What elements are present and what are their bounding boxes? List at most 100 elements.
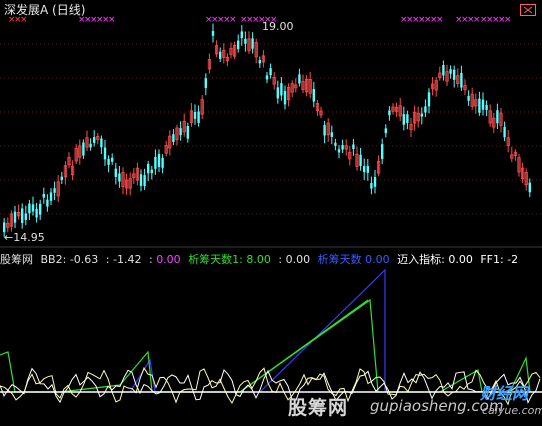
candle-body xyxy=(21,208,24,223)
candle-body xyxy=(111,157,114,162)
marker-x: × xyxy=(229,15,237,25)
candle-body xyxy=(359,154,362,166)
candle-body xyxy=(467,95,470,101)
candle-body xyxy=(154,156,157,169)
candle-body xyxy=(46,199,49,207)
candle-body xyxy=(211,31,215,36)
candle-body xyxy=(139,174,143,186)
candle-body xyxy=(427,92,431,107)
indicator-lines xyxy=(0,268,541,406)
candle-body xyxy=(244,38,247,44)
chart-title: 深发展A (日线) xyxy=(4,3,86,17)
green-ramps xyxy=(0,298,531,393)
candle-body xyxy=(424,106,427,113)
price-candles xyxy=(3,23,531,238)
xichou-label: 析筹天数 xyxy=(317,253,362,266)
candle-body xyxy=(172,134,175,142)
low-price-label: ←14.95 xyxy=(4,231,45,244)
candle-body xyxy=(179,128,182,136)
candle-body xyxy=(24,213,27,220)
candle-body xyxy=(150,169,153,174)
candle-body xyxy=(503,126,506,138)
candle-body xyxy=(53,188,56,193)
sep-1: : xyxy=(105,253,110,266)
candle-body xyxy=(352,144,355,149)
candle-body xyxy=(370,183,373,189)
candle-body xyxy=(258,60,261,64)
chart-area: ××× ×××××× ××××× ×××××× ××××××× ×××× ××××× xyxy=(0,15,542,406)
candle-body xyxy=(100,138,103,148)
candle-body xyxy=(35,208,38,218)
candle-body xyxy=(276,87,279,99)
candle-body xyxy=(298,74,301,84)
candle-body xyxy=(334,142,337,146)
enter-label: 迈入指标: xyxy=(397,253,445,266)
green-ramp xyxy=(239,299,369,393)
candle-body xyxy=(82,142,85,156)
value-4: 0.00 xyxy=(285,253,311,266)
candle-body xyxy=(496,110,499,124)
candle-body xyxy=(204,78,207,89)
candle-body xyxy=(42,194,45,198)
candle-body xyxy=(89,143,92,148)
candle-body xyxy=(373,177,377,187)
candle-body xyxy=(485,105,488,110)
sep-3: : xyxy=(278,253,283,266)
candle-body xyxy=(193,111,197,119)
watermark-logo-url: caiyue.com xyxy=(482,404,542,417)
ff1-value: -2 xyxy=(507,253,519,266)
candle-body xyxy=(147,163,150,174)
ff1-label: FF1: xyxy=(480,253,504,266)
watermark-main: 股筹网 xyxy=(288,397,349,419)
marker-x: × xyxy=(504,15,512,25)
candle-body xyxy=(330,132,333,137)
candle-body xyxy=(237,40,240,50)
candle-body xyxy=(269,68,272,76)
candle-body xyxy=(402,114,405,125)
blue-ramp xyxy=(259,268,386,393)
candle-body xyxy=(442,65,445,76)
candle-body xyxy=(460,72,463,88)
candle-body xyxy=(420,113,423,117)
candle-body xyxy=(453,69,456,80)
close-button[interactable] xyxy=(520,1,536,16)
candle-body xyxy=(118,173,121,182)
watermark-logo: 财经网 xyxy=(480,384,529,403)
candle-body xyxy=(240,31,243,39)
candle-body xyxy=(39,203,42,215)
candle-body xyxy=(381,144,384,159)
high-price-label: 19.00 xyxy=(262,20,294,33)
enter-value: 0.00 xyxy=(448,253,473,266)
candle-body xyxy=(323,125,326,136)
candle-body xyxy=(186,126,189,139)
candle-body xyxy=(384,128,387,134)
candle-body xyxy=(103,147,107,160)
candle-body xyxy=(49,192,53,201)
candle-body xyxy=(363,166,366,173)
marker-x: × xyxy=(436,15,444,25)
candle-body xyxy=(114,168,117,177)
candle-body xyxy=(283,90,287,105)
candle-body xyxy=(265,75,269,80)
candle-body xyxy=(161,158,164,168)
indicator-name[interactable]: 股筹网 xyxy=(0,253,33,266)
candle-body xyxy=(528,182,531,193)
candle-body xyxy=(481,99,485,110)
bb2-value: -0.63 xyxy=(69,253,99,266)
bb2-label: BB2: xyxy=(40,253,67,266)
candle-body xyxy=(157,154,161,168)
xichou-value: 0.00 xyxy=(365,253,390,266)
candle-body xyxy=(219,51,222,59)
candle-body xyxy=(449,69,452,74)
candle-body xyxy=(337,149,341,153)
xichou1-value: 8.00 xyxy=(246,253,271,266)
xichou1-label: 析筹天数1: xyxy=(188,253,243,266)
candle-body xyxy=(31,204,35,212)
indicator-bar: 股筹网 BB2: -0.63 : -1.42 : 0.00 析筹天数1: 8.0… xyxy=(0,251,522,267)
candle-body xyxy=(251,38,254,49)
candle-body xyxy=(312,88,315,102)
sep-2: : xyxy=(148,253,153,266)
candle-body xyxy=(280,83,283,96)
candle-body xyxy=(388,110,391,116)
marker-x: × xyxy=(108,15,116,25)
